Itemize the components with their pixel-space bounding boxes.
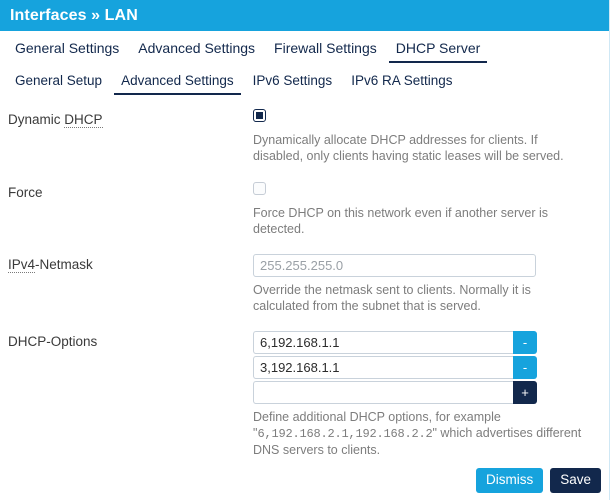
- field-ipv4-netmask: IPv4-Netmask Override the netmask sent t…: [0, 254, 609, 314]
- label-dynamic-dhcp: Dynamic DHCP: [8, 109, 253, 128]
- dhcp-options-hint-example: 6,192.168.2.1,192.168.2.2: [257, 427, 433, 441]
- dhcp-option-row: +: [253, 381, 599, 404]
- ipv4-netmask-hint: Override the netmask sent to clients. No…: [253, 283, 531, 313]
- secondary-tab-bar: General Setup Advanced Settings IPv6 Set…: [0, 72, 609, 95]
- remove-dhcp-option-button-1[interactable]: -: [513, 331, 537, 354]
- label-dhcp-options: DHCP-Options: [8, 334, 98, 349]
- label-netmask-suffix: -Netmask: [35, 257, 93, 272]
- tab-ipv6-ra-settings[interactable]: IPv6 RA Settings: [344, 72, 459, 95]
- settings-form: Dynamic DHCP Dynamically allocate DHCP a…: [0, 109, 609, 458]
- tab-ipv6-settings[interactable]: IPv6 Settings: [246, 72, 340, 95]
- footer-actions: Dismiss Save: [475, 468, 601, 493]
- tab-general-settings[interactable]: General Settings: [8, 40, 126, 63]
- tab-firewall-settings[interactable]: Firewall Settings: [267, 40, 384, 63]
- page-header: Interfaces » LAN: [0, 0, 609, 31]
- label-force: Force: [8, 185, 43, 200]
- tab-general-setup[interactable]: General Setup: [8, 72, 109, 95]
- remove-dhcp-option-button-2[interactable]: -: [513, 356, 537, 379]
- dhcp-option-row: -: [253, 356, 599, 379]
- save-button[interactable]: Save: [550, 468, 601, 493]
- dismiss-button[interactable]: Dismiss: [475, 468, 544, 493]
- label-ipv4-netmask: IPv4-Netmask: [8, 254, 253, 273]
- label-dynamic-dhcp-abbr: DHCP: [64, 112, 103, 128]
- dhcp-option-row: -: [253, 331, 599, 354]
- dhcp-server-settings-page: Interfaces » LAN General Settings Advanc…: [0, 0, 610, 500]
- add-dhcp-option-button[interactable]: +: [513, 381, 537, 404]
- force-checkbox[interactable]: [253, 182, 266, 195]
- breadcrumb-title: Interfaces » LAN: [10, 6, 138, 24]
- dhcp-option-input-2[interactable]: [253, 356, 513, 379]
- field-dynamic-dhcp: Dynamic DHCP Dynamically allocate DHCP a…: [0, 109, 609, 164]
- dhcp-options-hint: Define additional DHCP options, for exam…: [253, 409, 583, 458]
- dhcp-option-input-1[interactable]: [253, 331, 513, 354]
- label-dynamic-dhcp-prefix: Dynamic: [8, 112, 65, 127]
- tab-dhcp-server[interactable]: DHCP Server: [388, 40, 488, 63]
- primary-tab-bar: General Settings Advanced Settings Firew…: [0, 40, 609, 63]
- tab-advanced-settings[interactable]: Advanced Settings: [131, 40, 262, 63]
- label-ipv4-abbr: IPv4: [8, 257, 36, 273]
- force-hint: Force DHCP on this network even if anoth…: [253, 206, 549, 236]
- dynamic-dhcp-checkbox[interactable]: [253, 109, 266, 122]
- dynamic-dhcp-hint: Dynamically allocate DHCP addresses for …: [253, 133, 564, 163]
- field-dhcp-options: DHCP-Options - - + Define additional DHC…: [0, 331, 609, 458]
- ipv4-netmask-input[interactable]: [253, 254, 536, 277]
- tab-advanced-settings-sub[interactable]: Advanced Settings: [114, 72, 241, 95]
- dhcp-option-input-3[interactable]: [253, 381, 513, 404]
- field-force: Force Force DHCP on this network even if…: [0, 182, 609, 237]
